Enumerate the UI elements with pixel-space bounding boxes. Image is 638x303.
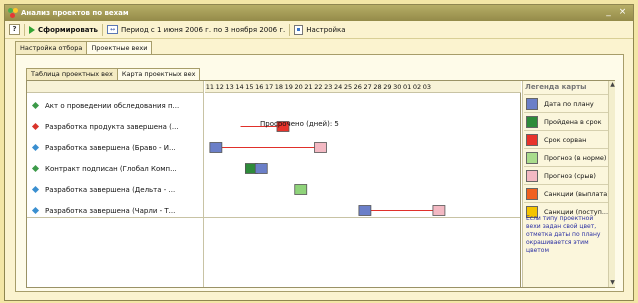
- milestone-chart: [209, 121, 446, 216]
- legend-title: Легенда карты: [525, 83, 587, 91]
- timeline-area: 11 12 13 14 15 16 17 18 19 20 21 22 23 2…: [205, 81, 521, 287]
- milestone-marker-icon: [31, 122, 40, 131]
- legend-swatch: [526, 115, 538, 128]
- milestone-marker-icon: [31, 206, 40, 215]
- legend-swatch: [526, 151, 538, 164]
- milestone-row[interactable]: Разработка продукта завершена (...: [27, 116, 204, 137]
- build-report-button[interactable]: Сформировать: [38, 26, 98, 34]
- title-bar: Анализ проектов по вехам _ ×: [5, 5, 633, 21]
- toolbar-separator: [102, 23, 103, 36]
- settings-button[interactable]: Настройка: [306, 26, 345, 34]
- milestone-marker-icon: [31, 164, 40, 173]
- legend-label: Прогноз (в норме): [544, 153, 607, 162]
- milestone-row[interactable]: Разработка завершена (Браво - И...: [27, 137, 204, 158]
- legend-label: Дата по плану: [544, 99, 594, 108]
- scroll-down-icon[interactable]: ▼: [609, 279, 616, 287]
- milestone-marker-icon: [31, 185, 40, 194]
- milestone-date-marker[interactable]: [209, 142, 223, 153]
- legend-item: Дата по плану: [524, 94, 608, 112]
- legend-swatch: [526, 187, 538, 200]
- legend-panel: Легенда карты Дата по плану Пройдена в с…: [522, 81, 608, 287]
- scroll-up-icon[interactable]: ▲: [609, 81, 616, 89]
- milestone-label: Акт о проведении обследования п...: [45, 101, 180, 110]
- period-icon[interactable]: ↔: [107, 25, 118, 34]
- legend-item: Прогноз (в норме): [524, 148, 608, 166]
- legend-item: Санкции (выплата): [524, 184, 608, 202]
- legend-item: Срок сорван: [524, 130, 608, 148]
- milestone-label: Разработка завершена (Браво - И...: [45, 143, 176, 152]
- legend-label: Срок сорван: [544, 135, 587, 144]
- milestone-row[interactable]: Контракт подписан (Глобал Комп...: [27, 158, 204, 179]
- milestone-marker-icon: [31, 143, 40, 152]
- tab-project-milestones[interactable]: Проектные вехи: [86, 41, 153, 55]
- toolbar: ? Сформировать ↔ Период с 1 июня 2006 г.…: [5, 21, 633, 39]
- window-title: Анализ проектов по вехам: [21, 9, 129, 17]
- milestone-date-marker[interactable]: [254, 163, 268, 174]
- legend-swatch: [526, 133, 538, 146]
- milestone-date-marker[interactable]: [358, 205, 372, 216]
- milestone-row[interactable]: Акт о проведении обследования п...: [27, 95, 204, 116]
- legend-note: Если типу проектной вехи задан свой цвет…: [526, 215, 601, 254]
- overdue-label: Просрочено (дней): 5: [260, 120, 339, 128]
- milestone-label: Разработка завершена (Чарли - Т...: [45, 206, 176, 215]
- milestone-row[interactable]: Разработка завершена (Чарли - Т...: [27, 200, 204, 221]
- milestone-date-marker[interactable]: [314, 142, 327, 153]
- toolbar-separator: [289, 23, 291, 36]
- play-icon[interactable]: [29, 25, 35, 34]
- minimize-button[interactable]: _: [603, 7, 614, 18]
- milestones-panel: Таблица проектных вех Карта проектных ве…: [15, 54, 624, 292]
- milestone-label: Контракт подписан (Глобал Комп...: [45, 164, 177, 173]
- legend-item: Прогноз (срыв): [524, 166, 608, 184]
- toolbar-separator: [24, 23, 25, 36]
- inner-tabs: Таблица проектных вех Карта проектных ве…: [26, 68, 201, 81]
- settings-icon[interactable]: [294, 24, 304, 35]
- milestone-row[interactable]: Разработка завершена (Дельта - ...: [27, 179, 204, 200]
- legend-label: Санкции (выплата): [544, 189, 608, 198]
- names-header: [27, 81, 203, 93]
- app-icon: [8, 8, 18, 18]
- milestone-label: Разработка завершена (Дельта - ...: [45, 185, 176, 194]
- legend-label: Прогноз (срыв): [544, 171, 596, 180]
- milestone-marker-icon: [31, 101, 40, 110]
- close-button[interactable]: ×: [617, 7, 628, 18]
- milestone-label: Разработка продукта завершена (...: [45, 122, 179, 131]
- legend-swatch: [526, 169, 538, 182]
- milestone-map: Акт о проведении обследования п... Разра…: [26, 80, 615, 288]
- period-button[interactable]: Период с 1 июня 2006 г. по 3 ноября 2006…: [121, 26, 285, 34]
- legend-scrollbar[interactable]: ▲ ▼: [608, 81, 615, 287]
- legend-swatch: [526, 97, 538, 110]
- help-button[interactable]: ?: [9, 24, 20, 35]
- milestone-date-marker[interactable]: [432, 205, 446, 216]
- legend-item: Пройдена в срок: [524, 112, 608, 130]
- tab-milestones-table[interactable]: Таблица проектных вех: [26, 68, 118, 80]
- legend-label: Пройдена в срок: [544, 117, 602, 126]
- tab-filter-settings[interactable]: Настройка отбора: [15, 41, 88, 54]
- milestone-date-marker[interactable]: [294, 184, 308, 195]
- top-tabs: Настройка отбора Проектные вехи: [15, 41, 153, 55]
